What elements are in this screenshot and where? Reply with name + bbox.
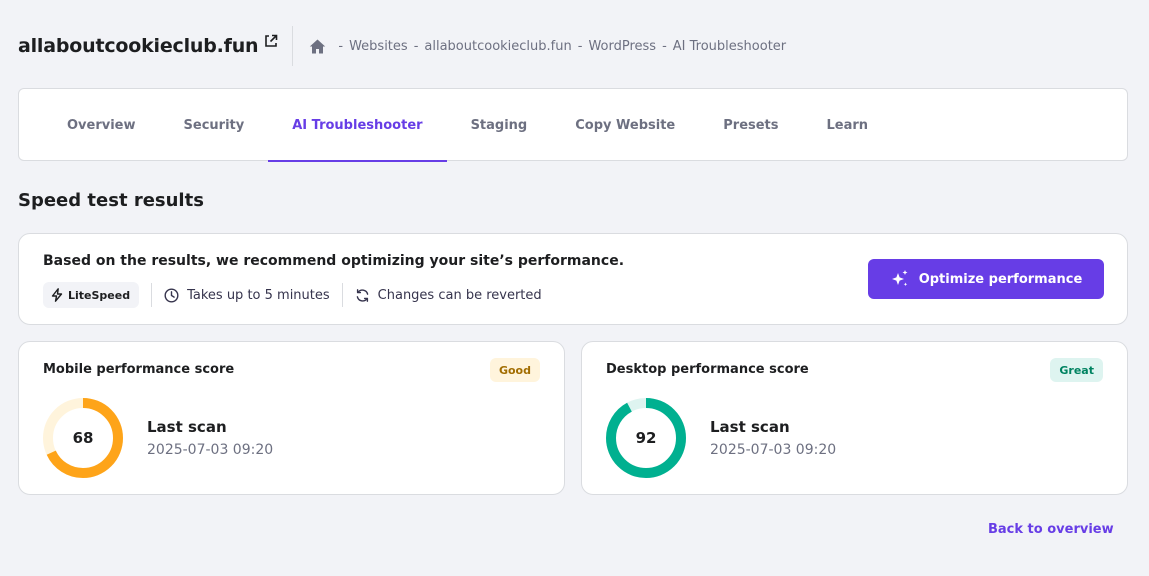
bolt-icon <box>51 288 63 302</box>
breadcrumb-item-wordpress[interactable]: WordPress <box>588 39 656 54</box>
duration-info: Takes up to 5 minutes <box>164 288 330 303</box>
litespeed-pill: LiteSpeed <box>43 282 140 308</box>
tab-ai-troubleshooter[interactable]: AI Troubleshooter <box>268 89 447 162</box>
recommendation-card: Based on the results, we recommend optim… <box>18 233 1128 325</box>
tab-learn[interactable]: Learn <box>803 89 893 161</box>
desktop-score-value: 92 <box>635 429 657 447</box>
sparkles-icon <box>891 270 908 287</box>
page-header: allaboutcookieclub.fun - Websites - alla… <box>18 26 786 66</box>
desktop-last-scan-label: Last scan <box>710 418 790 436</box>
tab-bar: Overview Security AI Troubleshooter Stag… <box>43 89 893 162</box>
desktop-score-title: Desktop performance score <box>606 362 809 377</box>
desktop-score-gauge: 92 <box>606 398 686 478</box>
breadcrumb-separator: - <box>413 38 419 54</box>
tab-security[interactable]: Security <box>160 89 269 161</box>
tab-staging[interactable]: Staging <box>447 89 552 161</box>
breadcrumb: - Websites - allaboutcookieclub.fun - Wo… <box>309 39 786 54</box>
duration-text: Takes up to 5 minutes <box>187 287 330 303</box>
desktop-status-badge: Great <box>1050 358 1103 382</box>
tab-presets[interactable]: Presets <box>699 89 802 161</box>
home-icon[interactable] <box>309 39 326 54</box>
tab-overview[interactable]: Overview <box>43 89 160 161</box>
revert-icon <box>356 288 368 302</box>
meta-divider <box>151 283 153 307</box>
mobile-last-scan-date: 2025-07-03 09:20 <box>147 442 274 458</box>
mobile-score-gauge: 68 <box>43 398 123 478</box>
site-title: allaboutcookieclub.fun <box>18 35 259 57</box>
meta-divider <box>341 283 343 307</box>
recommendation-text: Based on the results, we recommend optim… <box>43 253 625 269</box>
mobile-score-title: Mobile performance score <box>43 362 235 377</box>
breadcrumb-separator: - <box>662 38 667 54</box>
mobile-last-scan-label: Last scan <box>147 418 227 436</box>
tab-copy-website[interactable]: Copy Website <box>551 89 699 161</box>
page: allaboutcookieclub.fun - Websites - alla… <box>0 0 1149 576</box>
revert-text: Changes can be reverted <box>377 287 542 303</box>
mobile-score-card: Mobile performance score Good 68 Last sc… <box>18 341 565 495</box>
desktop-last-scan-date: 2025-07-03 09:20 <box>710 442 837 458</box>
header-divider <box>292 26 294 66</box>
recommendation-meta: LiteSpeed Takes up to 5 minutes Changes … <box>43 282 542 308</box>
clock-icon <box>164 287 179 303</box>
tabs-card: Overview Security AI Troubleshooter Stag… <box>18 88 1128 162</box>
breadcrumb-item-websites[interactable]: Websites <box>349 39 408 54</box>
optimize-performance-button[interactable]: Optimize performance <box>868 259 1104 299</box>
breadcrumb-item-site[interactable]: allaboutcookieclub.fun <box>424 39 571 54</box>
external-link-icon[interactable] <box>264 34 278 48</box>
litespeed-label: LiteSpeed <box>68 288 131 302</box>
back-to-overview-link[interactable]: Back to overview <box>988 522 1114 537</box>
breadcrumb-separator: - <box>338 38 344 54</box>
mobile-score-value: 68 <box>72 429 94 447</box>
revert-info: Changes can be reverted <box>355 288 542 303</box>
optimize-performance-label: Optimize performance <box>918 271 1083 287</box>
breadcrumb-item-current: AI Troubleshooter <box>672 38 787 54</box>
breadcrumb-separator: - <box>577 38 583 54</box>
section-title: Speed test results <box>18 190 204 211</box>
mobile-status-badge: Good <box>489 358 540 382</box>
desktop-score-card: Desktop performance score Great 92 Last … <box>581 341 1128 495</box>
